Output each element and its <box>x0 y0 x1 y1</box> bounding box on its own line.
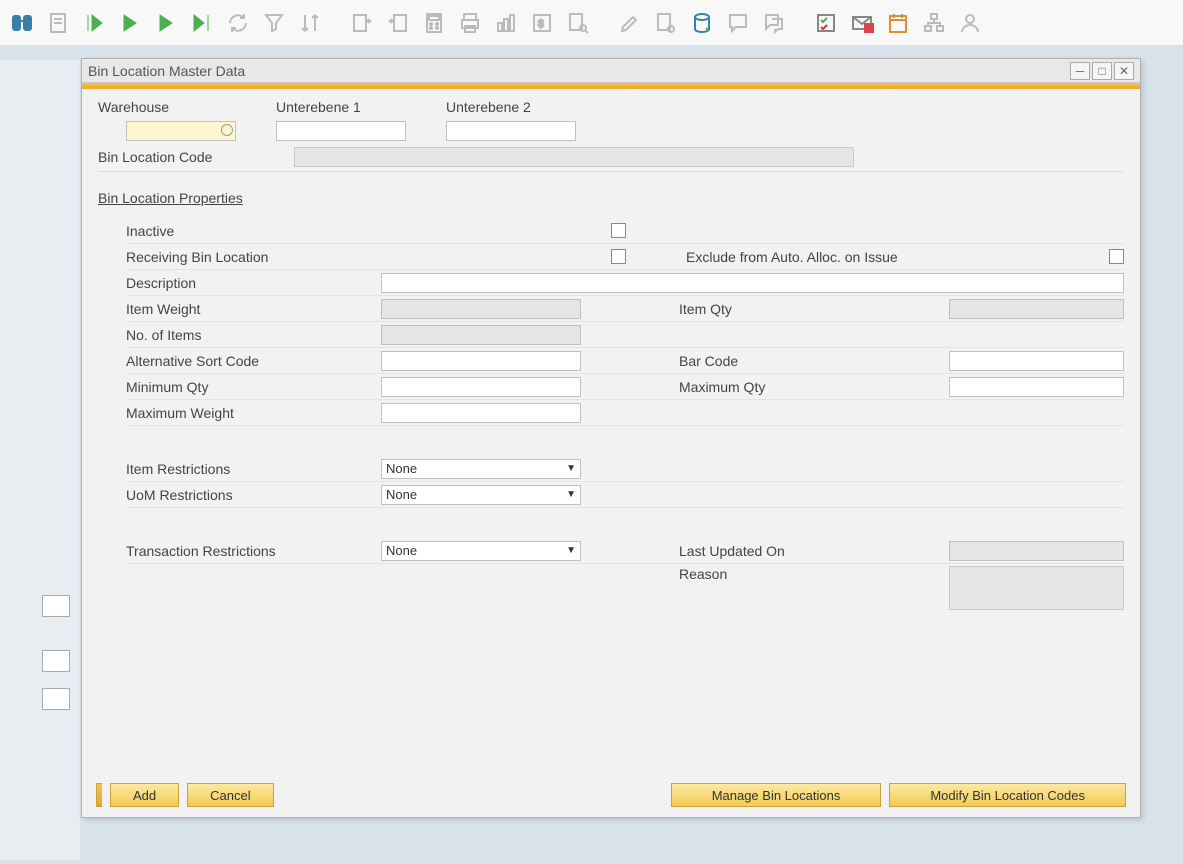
inactive-label: Inactive <box>126 223 381 239</box>
sublevel2-input[interactable] <box>446 121 576 141</box>
maximize-button[interactable]: □ <box>1092 62 1112 80</box>
item-restrictions-label: Item Restrictions <box>126 461 381 477</box>
uom-restrictions-value: None <box>386 487 417 502</box>
search-doc-icon[interactable] <box>564 9 592 37</box>
calendar-icon[interactable] <box>884 9 912 37</box>
main-toolbar: $ <box>0 0 1183 46</box>
warehouse-input[interactable] <box>126 121 236 141</box>
settings-doc-icon[interactable] <box>652 9 680 37</box>
modify-bin-codes-button[interactable]: Modify Bin Location Codes <box>889 783 1126 807</box>
exclude-label: Exclude from Auto. Alloc. on Issue <box>686 249 1109 265</box>
last-icon[interactable] <box>188 9 216 37</box>
exclude-checkbox[interactable] <box>1109 249 1124 264</box>
binoculars-icon[interactable] <box>8 9 36 37</box>
properties-section-header: Bin Location Properties <box>98 190 1124 206</box>
sort-icon[interactable] <box>296 9 324 37</box>
edit-icon[interactable] <box>616 9 644 37</box>
chevron-down-icon: ▼ <box>566 489 576 500</box>
manage-bin-locations-button[interactable]: Manage Bin Locations <box>671 783 882 807</box>
chevron-down-icon: ▼ <box>566 463 576 474</box>
comment-icon[interactable] <box>724 9 752 37</box>
sublevel1-label: Unterebene 1 <box>276 99 406 115</box>
uom-restrictions-label: UoM Restrictions <box>126 487 381 503</box>
database-icon[interactable] <box>688 9 716 37</box>
min-qty-label: Minimum Qty <box>126 379 381 395</box>
org-icon[interactable] <box>920 9 948 37</box>
inactive-checkbox[interactable] <box>611 223 626 238</box>
item-qty-input <box>949 299 1124 319</box>
tx-restrictions-value: None <box>386 543 417 558</box>
warehouse-label: Warehouse <box>98 99 236 115</box>
max-weight-input[interactable] <box>381 403 581 423</box>
import-icon[interactable] <box>384 9 412 37</box>
last-updated-input <box>949 541 1124 561</box>
sidebar-icon-2[interactable] <box>42 650 70 672</box>
last-updated-label: Last Updated On <box>679 543 949 559</box>
filter-icon[interactable] <box>260 9 288 37</box>
next-icon[interactable] <box>152 9 180 37</box>
button-bar: Add Cancel Manage Bin Locations Modify B… <box>82 773 1140 817</box>
no-items-input <box>381 325 581 345</box>
calculator-icon[interactable] <box>420 9 448 37</box>
reason-label: Reason <box>679 566 949 582</box>
user-icon[interactable] <box>956 9 984 37</box>
comment2-icon[interactable] <box>760 9 788 37</box>
minimize-button[interactable]: ─ <box>1070 62 1090 80</box>
button-accent <box>96 783 102 807</box>
lookup-icon[interactable] <box>221 124 233 136</box>
item-restrictions-value: None <box>386 461 417 476</box>
no-items-label: No. of Items <box>126 327 381 343</box>
checklist-icon[interactable] <box>812 9 840 37</box>
close-button[interactable]: ✕ <box>1114 62 1134 80</box>
bin-code-input <box>294 147 854 167</box>
tx-restrictions-dropdown[interactable]: None ▼ <box>381 541 581 561</box>
item-qty-label: Item Qty <box>679 301 949 317</box>
window-title: Bin Location Master Data <box>88 63 245 79</box>
alt-sort-label: Alternative Sort Code <box>126 353 381 369</box>
description-input[interactable] <box>381 273 1124 293</box>
barcode-label: Bar Code <box>679 353 949 369</box>
chevron-down-icon: ▼ <box>566 545 576 556</box>
reason-input <box>949 566 1124 610</box>
receiving-label: Receiving Bin Location <box>126 249 381 265</box>
tx-restrictions-label: Transaction Restrictions <box>126 543 381 559</box>
prev-icon[interactable] <box>116 9 144 37</box>
item-restrictions-dropdown[interactable]: None ▼ <box>381 459 581 479</box>
bin-code-label: Bin Location Code <box>98 149 294 165</box>
export-icon[interactable] <box>348 9 376 37</box>
max-qty-label: Maximum Qty <box>679 379 949 395</box>
form-body: Warehouse Unterebene 1 Unterebene 2 Bin … <box>82 89 1140 773</box>
max-qty-input[interactable] <box>949 377 1124 397</box>
sublevel2-label: Unterebene 2 <box>446 99 576 115</box>
uom-restrictions-dropdown[interactable]: None ▼ <box>381 485 581 505</box>
currency-icon[interactable]: $ <box>528 9 556 37</box>
barcode-input[interactable] <box>949 351 1124 371</box>
window-titlebar: Bin Location Master Data ─ □ ✕ <box>82 59 1140 83</box>
add-button[interactable]: Add <box>110 783 179 807</box>
mail-alert-icon[interactable] <box>848 9 876 37</box>
cancel-button[interactable]: Cancel <box>187 783 273 807</box>
description-label: Description <box>126 275 381 291</box>
item-weight-input <box>381 299 581 319</box>
sublevel1-input[interactable] <box>276 121 406 141</box>
svg-text:$: $ <box>538 19 544 30</box>
left-sidebar <box>0 60 80 860</box>
item-weight-label: Item Weight <box>126 301 381 317</box>
first-icon[interactable] <box>80 9 108 37</box>
receiving-checkbox[interactable] <box>611 249 626 264</box>
sidebar-icon-3[interactable] <box>42 688 70 710</box>
alt-sort-input[interactable] <box>381 351 581 371</box>
printer-icon[interactable] <box>456 9 484 37</box>
chart-icon[interactable] <box>492 9 520 37</box>
min-qty-input[interactable] <box>381 377 581 397</box>
document-icon[interactable] <box>44 9 72 37</box>
refresh-icon[interactable] <box>224 9 252 37</box>
sidebar-icon-1[interactable] <box>42 595 70 617</box>
bin-location-window: Bin Location Master Data ─ □ ✕ Warehouse… <box>81 58 1141 818</box>
max-weight-label: Maximum Weight <box>126 405 381 421</box>
